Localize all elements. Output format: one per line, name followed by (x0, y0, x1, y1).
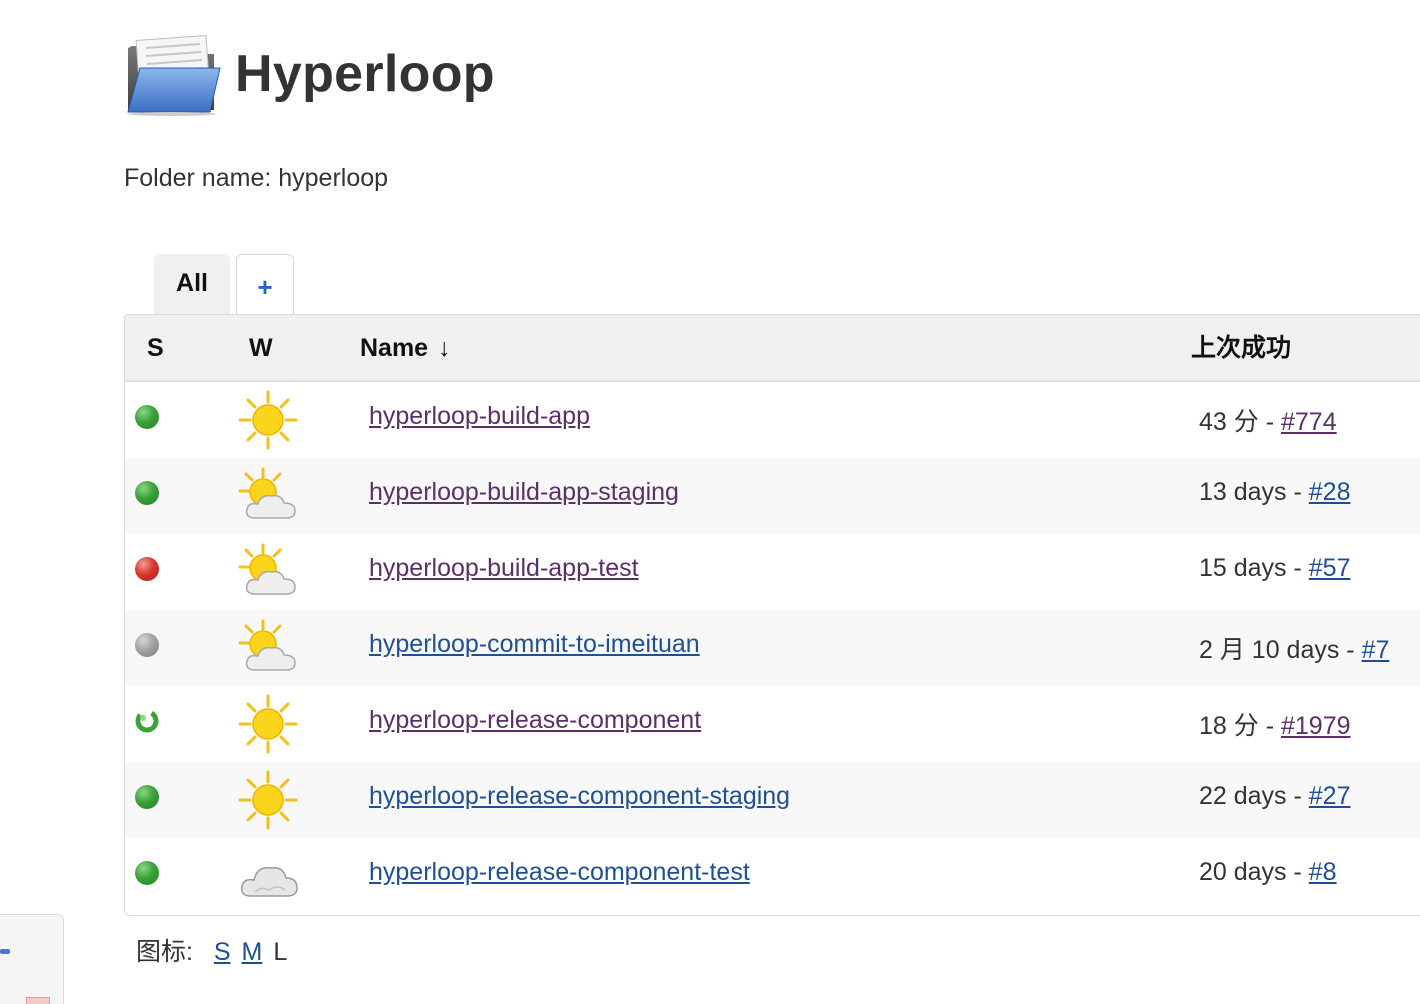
icon-size-label: 图标: (136, 938, 193, 966)
tab-all[interactable]: All (154, 254, 230, 315)
last-success-time: 18 分 - (1199, 712, 1281, 740)
build-link[interactable]: #8 (1309, 858, 1337, 886)
icon-size-small-link[interactable]: S (214, 938, 231, 966)
job-link[interactable]: hyperloop-build-app-test (369, 554, 639, 583)
partly-cloudy-icon[interactable] (237, 466, 299, 526)
status-ball-disabled-icon[interactable] (135, 633, 159, 657)
column-header-name-label: Name (360, 334, 429, 362)
build-link[interactable]: #28 (1309, 478, 1351, 506)
table-row: hyperloop-commit-to-imeituan 2 月 10 days… (125, 610, 1420, 686)
last-success-cell: 18 分 - #1979 (1199, 706, 1351, 742)
job-link[interactable]: hyperloop-release-component-test (369, 858, 750, 887)
cloudy-icon[interactable] (237, 846, 299, 906)
open-folder-icon (127, 35, 221, 116)
last-success-cell: 2 月 10 days - #7 (1199, 630, 1389, 666)
projects-table: S W Name ↓ 上次成功 hyperloop-build-app 43 分 … (124, 314, 1420, 916)
icon-size-large-current: L (273, 938, 288, 966)
last-success-time: 2 月 10 days - (1199, 636, 1362, 664)
table-row: hyperloop-build-app 43 分 - #774 (125, 382, 1420, 458)
column-header-name[interactable]: Name ↓ (360, 315, 451, 382)
sort-arrow-icon: ↓ (438, 334, 451, 362)
partly-cloudy-icon[interactable] (237, 618, 299, 678)
sidebar-red-indicator (26, 997, 50, 1004)
job-link[interactable]: hyperloop-build-app (369, 402, 590, 431)
column-header-last-success[interactable]: 上次成功 (1191, 315, 1291, 382)
last-success-time: 43 分 - (1199, 408, 1281, 436)
icon-size-medium-link[interactable]: M (242, 938, 263, 966)
last-success-time: 20 days - (1199, 858, 1309, 886)
last-success-time: 13 days - (1199, 478, 1309, 506)
status-ball-success-icon[interactable] (135, 861, 159, 885)
sunny-icon[interactable] (237, 770, 299, 830)
job-link[interactable]: hyperloop-release-component-staging (369, 782, 790, 811)
jenkins-folder-page: Hyperloop Folder name: hyperloop All + S… (0, 0, 1420, 1004)
page-title: Hyperloop (235, 45, 495, 103)
table-row: hyperloop-build-app-staging 13 days - #2… (125, 458, 1420, 534)
table-row: hyperloop-release-component 18 分 - #1979 (125, 686, 1420, 762)
last-success-cell: 43 分 - #774 (1199, 402, 1337, 438)
icon-size-selector: 图标: S M L (136, 932, 287, 968)
table-row: hyperloop-release-component-staging 22 d… (125, 762, 1420, 838)
job-link[interactable]: hyperloop-build-app-staging (369, 478, 679, 507)
table-row: hyperloop-build-app-test 15 days - #57 (125, 534, 1420, 610)
add-view-tab[interactable]: + (236, 254, 294, 315)
sidebar-progress-bar (0, 949, 10, 954)
sidebar-panel-fragment (0, 914, 64, 1004)
build-link[interactable]: #57 (1309, 554, 1351, 582)
job-link[interactable]: hyperloop-commit-to-imeituan (369, 630, 700, 659)
status-ball-success-icon[interactable] (135, 785, 159, 809)
last-success-time: 15 days - (1199, 554, 1309, 582)
build-link[interactable]: #27 (1309, 782, 1351, 810)
table-header: S W Name ↓ 上次成功 (125, 315, 1420, 382)
last-success-cell: 22 days - #27 (1199, 782, 1351, 811)
table-row: hyperloop-release-component-test 20 days… (125, 838, 1420, 914)
build-link[interactable]: #1979 (1281, 712, 1351, 740)
job-link[interactable]: hyperloop-release-component (369, 706, 701, 735)
sunny-icon[interactable] (237, 694, 299, 754)
build-link[interactable]: #774 (1281, 408, 1337, 436)
sunny-icon[interactable] (237, 390, 299, 450)
status-ball-building-icon[interactable] (135, 709, 159, 733)
last-success-cell: 13 days - #28 (1199, 478, 1351, 507)
status-ball-success-icon[interactable] (135, 405, 159, 429)
column-header-status[interactable]: S (147, 315, 164, 382)
last-success-cell: 15 days - #57 (1199, 554, 1351, 583)
folder-name-text: Folder name: hyperloop (124, 164, 389, 192)
status-ball-failed-icon[interactable] (135, 557, 159, 581)
build-link[interactable]: #7 (1362, 636, 1390, 664)
column-header-weather[interactable]: W (249, 315, 273, 382)
status-ball-success-icon[interactable] (135, 481, 159, 505)
last-success-time: 22 days - (1199, 782, 1309, 810)
last-success-cell: 20 days - #8 (1199, 858, 1337, 887)
partly-cloudy-icon[interactable] (237, 542, 299, 602)
